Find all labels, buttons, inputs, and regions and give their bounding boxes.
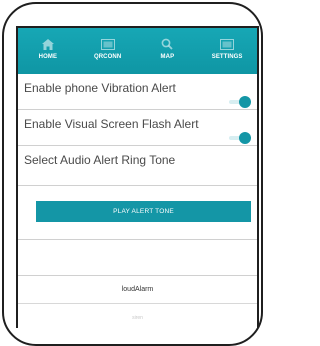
phone-frame: HOME QRCONN MAP SETTINGS Enable phone Vi… [2,2,263,346]
app-screen: HOME QRCONN MAP SETTINGS Enable phone Vi… [16,26,259,328]
nav-label-settings: SETTINGS [211,54,243,60]
top-navigation-bar: HOME QRCONN MAP SETTINGS [18,28,257,74]
nav-label-home: HOME [38,54,58,60]
nav-item-settings[interactable]: SETTINGS [197,28,257,60]
flash-alert-row: Enable Visual Screen Flash Alert [18,110,257,146]
nav-label-map: MAP [160,54,175,60]
ringtone-option-siren[interactable]: siren [18,304,257,328]
search-icon [160,37,174,51]
vibration-alert-toggle[interactable] [229,96,251,108]
nav-item-map[interactable]: MAP [138,28,198,60]
nav-label-qrconn: QRCONN [93,54,122,60]
qr-icon [100,37,115,51]
toggle-knob [239,96,251,108]
flash-alert-toggle[interactable] [229,132,251,144]
flash-alert-label: Enable Visual Screen Flash Alert [24,117,199,131]
ringtone-option-loudalarm[interactable]: loudAlarm [18,276,257,304]
play-alert-tone-button[interactable]: PLAY ALERT TONE [36,201,251,222]
nav-item-qrconn[interactable]: QRCONN [78,28,138,60]
ring-tone-label: Select Audio Alert Ring Tone [24,153,176,167]
toggle-knob [239,132,251,144]
home-icon [41,37,55,51]
list-spacer [18,240,257,276]
vibration-alert-row: Enable phone Vibration Alert [18,74,257,110]
ring-tone-row: Select Audio Alert Ring Tone [18,146,257,186]
settings-icon [220,37,235,51]
vibration-alert-label: Enable phone Vibration Alert [24,81,176,95]
play-button-container: PLAY ALERT TONE [18,186,257,240]
nav-item-home[interactable]: HOME [18,28,78,60]
